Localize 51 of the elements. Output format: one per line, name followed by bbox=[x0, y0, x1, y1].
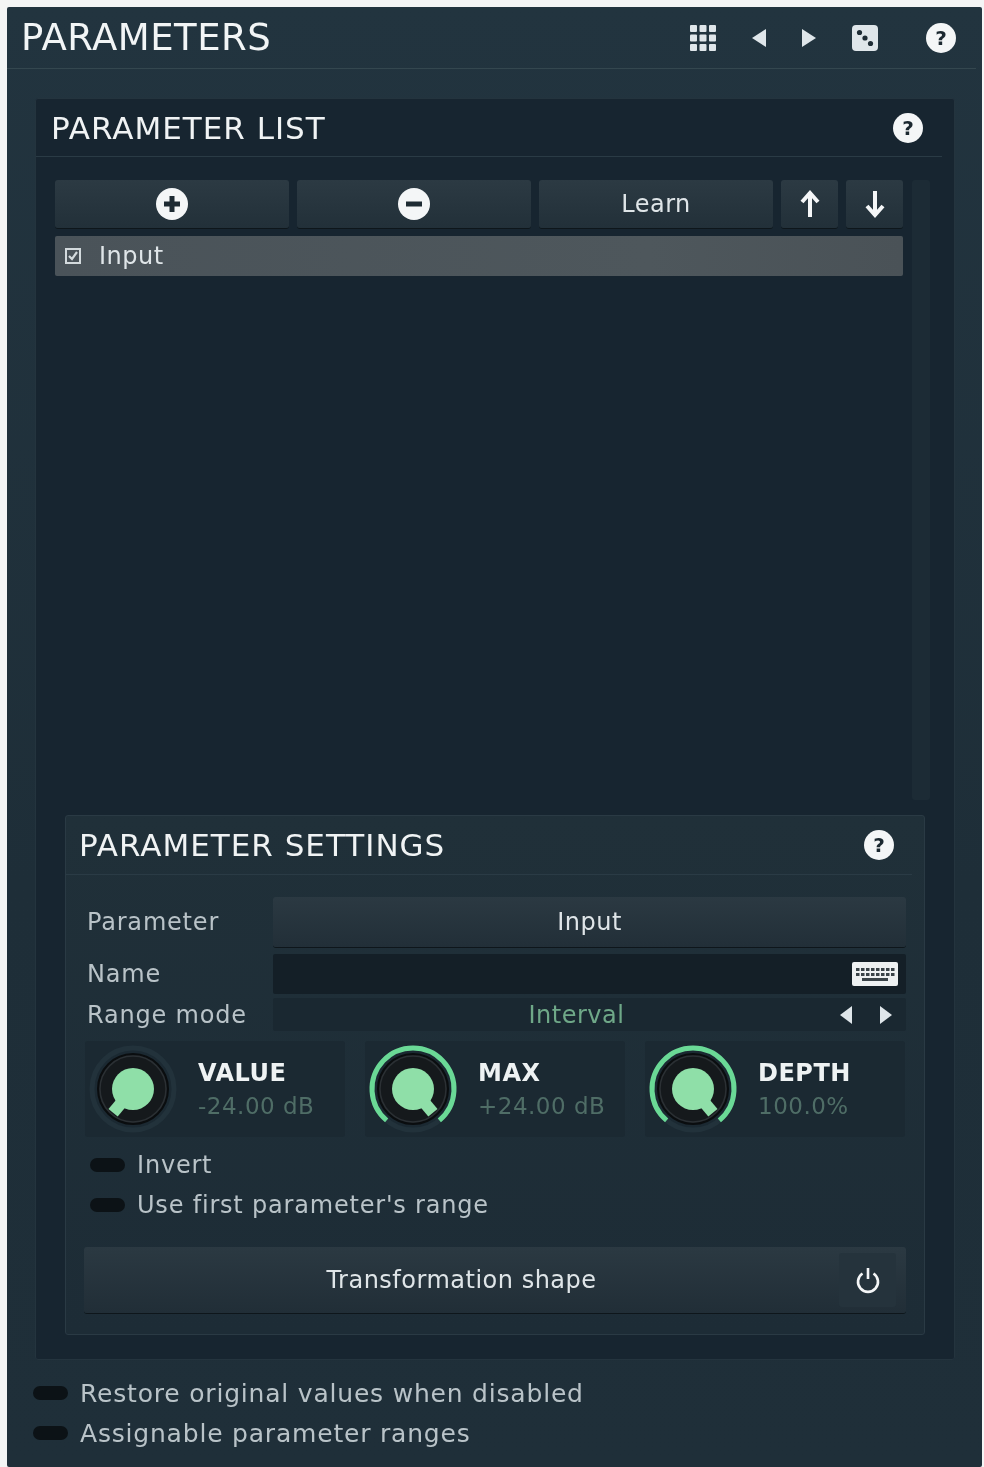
transformation-shape-button[interactable]: Transformation shape bbox=[84, 1247, 839, 1313]
field-label: Range mode bbox=[87, 1000, 248, 1029]
knob[interactable] bbox=[368, 1044, 458, 1134]
power-icon bbox=[854, 1266, 881, 1294]
help-button[interactable]: ? bbox=[893, 112, 923, 143]
knob[interactable] bbox=[648, 1044, 738, 1134]
knob-value: 100.0% bbox=[758, 1093, 850, 1119]
knob[interactable] bbox=[88, 1044, 178, 1134]
checkbox-icon[interactable] bbox=[65, 248, 81, 264]
learn-button[interactable]: Learn bbox=[539, 180, 773, 228]
help-button[interactable]: ? bbox=[864, 830, 894, 860]
minus-icon bbox=[398, 188, 430, 220]
knob-value: +24.00 dB bbox=[478, 1093, 606, 1119]
arrow-down-icon bbox=[863, 190, 886, 218]
parameter-list-item[interactable]: Input bbox=[55, 236, 903, 276]
knob-label: MAX bbox=[478, 1059, 542, 1087]
move-up-button[interactable] bbox=[781, 180, 838, 228]
grid-icon[interactable] bbox=[690, 24, 716, 51]
left-triangle-icon[interactable] bbox=[840, 1005, 852, 1024]
field-label: Parameter bbox=[87, 908, 221, 936]
toggle-switch[interactable] bbox=[33, 1386, 68, 1400]
plus-icon bbox=[156, 188, 188, 220]
help-button[interactable]: ? bbox=[926, 22, 956, 53]
move-down-button[interactable] bbox=[846, 180, 903, 228]
right-triangle-icon[interactable] bbox=[802, 28, 816, 47]
name-input-field[interactable] bbox=[273, 954, 906, 994]
parameter-name: Input bbox=[99, 242, 164, 270]
knob-label: VALUE bbox=[198, 1059, 288, 1087]
left-triangle-icon[interactable] bbox=[752, 28, 766, 47]
toggle-switch[interactable] bbox=[90, 1198, 125, 1212]
section-title: PARAMETER LIST bbox=[51, 109, 326, 146]
dice-icon[interactable] bbox=[852, 24, 878, 51]
toggle-label: Use first parameter's range bbox=[137, 1191, 489, 1219]
toggle-label: Assignable parameter ranges bbox=[80, 1418, 471, 1448]
add-button[interactable] bbox=[55, 180, 289, 228]
panel-title: PARAMETERS bbox=[21, 16, 272, 59]
toggle-switch[interactable] bbox=[33, 1426, 68, 1440]
knob-label: DEPTH bbox=[758, 1059, 851, 1087]
remove-button[interactable] bbox=[297, 180, 531, 228]
range-mode-value: Interval bbox=[527, 1000, 626, 1029]
arrow-up-icon bbox=[798, 190, 821, 218]
field-label: Name bbox=[87, 960, 162, 988]
knob-value: -24.00 dB bbox=[198, 1093, 315, 1119]
keyboard-icon[interactable] bbox=[852, 962, 898, 986]
range-mode-selector[interactable]: Interval bbox=[273, 998, 906, 1031]
right-triangle-icon[interactable] bbox=[880, 1005, 892, 1024]
toggle-label: Invert bbox=[137, 1151, 213, 1179]
toggle-label: Restore original values when disabled bbox=[80, 1378, 584, 1408]
parameter-selector[interactable]: Input bbox=[273, 897, 906, 947]
section-title: PARAMETER SETTINGS bbox=[79, 827, 446, 863]
toggle-switch[interactable] bbox=[90, 1158, 125, 1172]
